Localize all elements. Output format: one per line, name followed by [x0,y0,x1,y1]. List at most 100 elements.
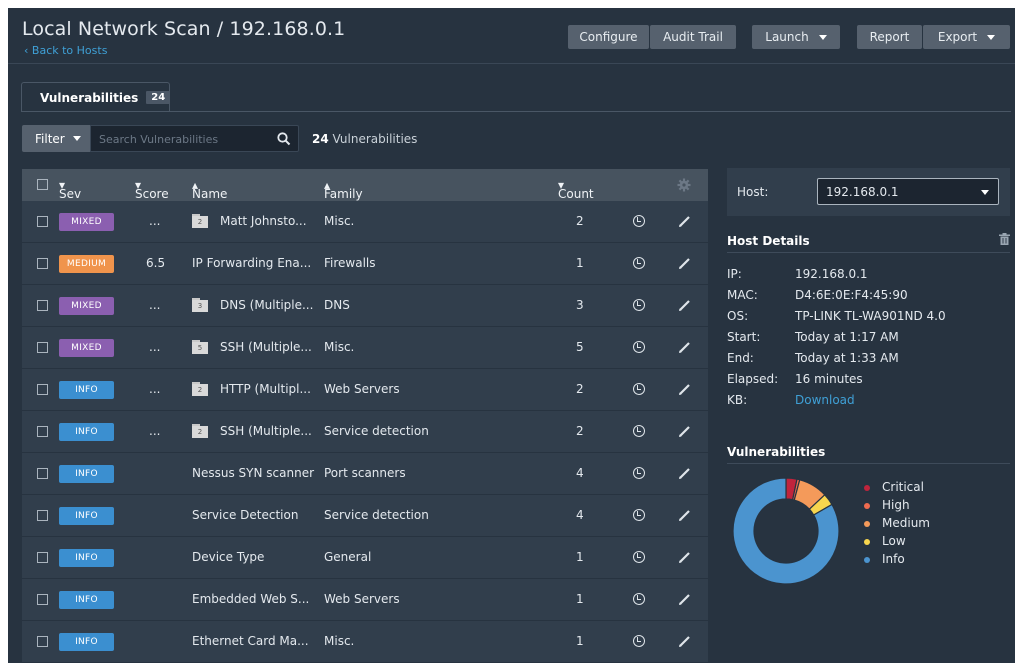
family-cell: Service detection [324,508,429,522]
table-row[interactable]: INFO... 2 HTTP (Multipl... Web Servers 2 [22,369,708,411]
score-cell: ... [149,214,161,228]
table-row[interactable]: INFO Embedded Web S... Web Servers 1 [22,579,708,621]
search-icon[interactable] [276,131,292,147]
column-count-label[interactable]: Count [558,187,594,201]
name-cell[interactable]: SSH (Multiple... [220,424,312,438]
family-cell: Firewalls [324,256,376,270]
table-row[interactable]: INFO Device Type General 1 [22,537,708,579]
clock-icon[interactable] [633,425,645,437]
name-cell[interactable]: IP Forwarding Ena... [192,256,311,270]
trash-icon[interactable] [999,233,1010,245]
pencil-icon[interactable] [678,550,692,564]
pencil-icon[interactable] [678,466,692,480]
pencil-icon[interactable] [678,298,692,312]
clock-icon[interactable] [633,299,645,311]
select-all-checkbox[interactable] [37,179,48,190]
family-cell: Misc. [324,340,355,354]
report-button[interactable]: Report [857,25,922,49]
row-checkbox[interactable] [37,468,48,479]
export-label[interactable]: Export [938,30,977,44]
gear-icon[interactable] [677,178,691,192]
clock-icon[interactable] [633,341,645,353]
column-family[interactable]: Family ▴ [324,178,363,201]
column-sev-label[interactable]: Sev [59,187,81,201]
name-cell[interactable]: Matt Johnsto... [220,214,307,228]
clock-icon[interactable] [633,383,645,395]
clock-icon[interactable] [633,257,645,269]
row-checkbox[interactable] [37,216,48,227]
table-row[interactable]: MIXED... 3 DNS (Multiple... DNS 3 [22,285,708,327]
name-cell[interactable]: Service Detection [192,508,298,522]
chevron-down-icon [987,34,996,40]
name-cell[interactable]: SSH (Multiple... [220,340,312,354]
host-select[interactable]: 192.168.0.1 [817,178,999,205]
pencil-icon[interactable] [678,256,692,270]
back-to-hosts-link[interactable]: ‹ Back to Hosts [24,44,107,57]
clock-icon[interactable] [633,551,645,563]
row-checkbox[interactable] [37,552,48,563]
table-row[interactable]: INFO Ethernet Card Ma... Misc. 1 [22,621,708,663]
table-row[interactable]: INFO Service Detection Service detection 4 [22,495,708,537]
family-cell: Web Servers [324,382,400,396]
search-input[interactable] [99,130,269,148]
download-link[interactable]: Download [795,393,855,407]
filter-button[interactable]: Filter [22,125,90,152]
vulnerabilities-table: Sev ▾ Score ▾ Name ▴ Family ▴ Count ▾ MI… [22,169,708,663]
table-row[interactable]: INFO Nessus SYN scanner Port scanners 4 [22,453,708,495]
column-score[interactable]: Score ▾ [135,178,169,201]
pencil-icon[interactable] [678,382,692,396]
table-row[interactable]: MIXED... 5 SSH (Multiple... Misc. 5 [22,327,708,369]
host-select-value[interactable]: 192.168.0.1 [826,185,899,199]
name-cell[interactable]: HTTP (Multipl... [220,382,311,396]
row-checkbox[interactable] [37,636,48,647]
pencil-icon[interactable] [678,214,692,228]
detail-key: IP: [727,267,742,281]
column-score-label[interactable]: Score [135,187,169,201]
launch-button[interactable]: Launch [752,25,840,49]
detail-key: MAC: [727,288,758,302]
row-checkbox[interactable] [37,426,48,437]
name-cell[interactable]: Device Type [192,550,264,564]
column-name[interactable]: Name ▴ [192,178,227,201]
table-row[interactable]: MEDIUM 6.5 IP Forwarding Ena... Firewalls 1 [22,243,708,285]
pencil-icon[interactable] [678,424,692,438]
column-sev[interactable]: Sev ▾ [59,178,81,201]
clock-icon[interactable] [633,593,645,605]
name-cell[interactable]: Ethernet Card Ma... [192,634,309,648]
table-row[interactable]: MIXED... 2 Matt Johnsto... Misc. 2 [22,201,708,243]
clock-icon[interactable] [633,635,645,647]
pencil-icon[interactable] [678,508,692,522]
column-count[interactable]: Count ▾ [558,178,594,201]
tab-count-badge: 24 [146,91,171,104]
folder-count: 2 [192,384,208,396]
row-checkbox[interactable] [37,384,48,395]
row-checkbox[interactable] [37,258,48,269]
clock-icon[interactable] [633,215,645,227]
name-cell[interactable]: Embedded Web S... [192,592,309,606]
severity-badge: INFO [59,381,114,399]
name-cell[interactable]: Nessus SYN scanner [192,466,314,480]
search-box[interactable] [90,125,299,152]
pencil-icon[interactable] [678,634,692,648]
launch-label[interactable]: Launch [765,30,808,44]
clock-icon[interactable] [633,467,645,479]
export-button[interactable]: Export [923,25,1010,49]
pencil-icon[interactable] [678,592,692,606]
tab-label[interactable]: Vulnerabilities [40,91,138,105]
row-checkbox[interactable] [37,510,48,521]
pencil-icon[interactable] [678,340,692,354]
name-cell[interactable]: DNS (Multiple... [220,298,313,312]
row-checkbox[interactable] [37,594,48,605]
severity-badge: INFO [59,423,114,441]
row-checkbox[interactable] [37,342,48,353]
back-link-label[interactable]: Back to Hosts [32,44,108,57]
filter-label[interactable]: Filter [35,132,65,146]
tab-vulnerabilities[interactable]: Vulnerabilities 24 [21,82,171,112]
audit-trail-button[interactable]: Audit Trail [650,25,736,49]
column-family-label[interactable]: Family [324,187,363,201]
configure-button[interactable]: Configure [568,25,649,49]
column-name-label[interactable]: Name [192,187,227,201]
table-row[interactable]: INFO... 2 SSH (Multiple... Service detectio… [22,411,708,453]
clock-icon[interactable] [633,509,645,521]
row-checkbox[interactable] [37,300,48,311]
